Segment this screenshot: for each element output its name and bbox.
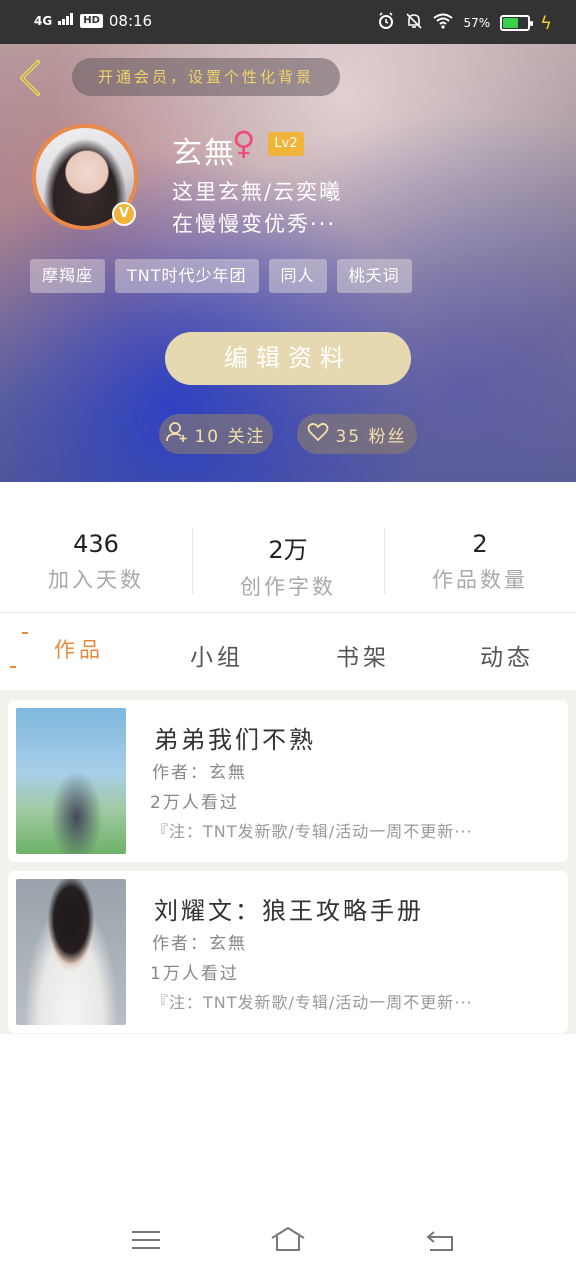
- tag-list: 摩羯座 TNT时代少年团 同人 桃夭词: [30, 259, 412, 293]
- status-bar: 4G HD 08:16 57% ϟ: [0, 0, 576, 44]
- menu-button[interactable]: [126, 1222, 166, 1258]
- work-title: 刘耀文：狼王攻略手册: [154, 897, 424, 925]
- charging-icon: ϟ: [540, 12, 552, 34]
- work-description: 『注：TNT发新歌/专辑/活动一周不更新···: [152, 822, 473, 841]
- work-views: 2万人看过: [150, 793, 239, 813]
- mute-icon: [405, 12, 423, 34]
- stat-label: 作品数量: [432, 568, 528, 592]
- work-author: 作者：玄無: [152, 763, 247, 783]
- tab-feed[interactable]: 动态: [480, 638, 534, 672]
- add-user-icon: [166, 421, 188, 448]
- following-label: 10 关注: [194, 426, 266, 447]
- verified-badge: V: [112, 202, 136, 226]
- work-description: 『注：TNT发新歌/专辑/活动一周不更新···: [152, 993, 473, 1012]
- home-icon: [271, 1227, 305, 1251]
- divider: [0, 612, 576, 613]
- tab-group[interactable]: 小组: [190, 638, 244, 672]
- battery-icon: [500, 15, 534, 31]
- tag[interactable]: TNT时代少年团: [115, 259, 259, 293]
- heart-icon: [307, 422, 329, 447]
- tab-bookshelf[interactable]: 书架: [336, 638, 390, 672]
- wifi-icon: [433, 13, 454, 33]
- avatar[interactable]: V: [32, 124, 138, 230]
- list-item[interactable]: 弟弟我们不熟 作者：玄無 2万人看过 『注：TNT发新歌/专辑/活动一周不更新·…: [8, 700, 568, 862]
- stats-row: 436 加入天数 2万 创作字数 2 作品数量: [0, 524, 576, 599]
- alarm-icon: [377, 12, 395, 34]
- book-cover: [16, 879, 126, 1025]
- bio-line-2: 在慢慢变优秀···: [172, 212, 337, 236]
- edit-profile-button[interactable]: 编辑资料: [165, 332, 411, 385]
- tab-bar: 作品 小组 书架 动态: [0, 614, 576, 690]
- fans-button[interactable]: 35 粉丝: [297, 414, 417, 454]
- stat-words: 2万 创作字数: [192, 524, 384, 599]
- bio-line-1: 这里玄無/云奕曦: [172, 180, 343, 204]
- stat-days: 436 加入天数: [0, 524, 192, 596]
- back-button[interactable]: [14, 58, 46, 98]
- work-title: 弟弟我们不熟: [154, 726, 316, 754]
- tab-indicator-mark: [22, 632, 28, 634]
- home-button[interactable]: [268, 1222, 308, 1258]
- return-button[interactable]: [420, 1222, 460, 1258]
- signal-icon: [58, 13, 74, 29]
- vip-banner-button[interactable]: 开通会员，设置个性化背景: [72, 58, 340, 96]
- tab-indicator-mark: [10, 666, 16, 668]
- battery-percent: 57%: [463, 16, 491, 30]
- list-item[interactable]: 刘耀文：狼王攻略手册 作者：玄無 1万人看过 『注：TNT发新歌/专辑/活动一周…: [8, 871, 568, 1033]
- menu-icon: [132, 1231, 160, 1249]
- following-button[interactable]: 10 关注: [159, 414, 273, 454]
- stat-works: 2 作品数量: [384, 524, 576, 596]
- tag[interactable]: 同人: [268, 259, 327, 293]
- fans-label: 35 粉丝: [335, 426, 407, 447]
- clock: 08:16: [108, 12, 153, 30]
- stat-value: 2: [472, 530, 488, 558]
- hd-badge: HD: [80, 14, 103, 28]
- username: 玄無: [172, 136, 236, 171]
- stat-label: 加入天数: [48, 568, 144, 592]
- tag[interactable]: 摩羯座: [30, 259, 106, 293]
- work-author: 作者：玄無: [152, 934, 247, 954]
- stat-value: 436: [73, 530, 119, 558]
- tab-works[interactable]: 作品: [54, 634, 104, 664]
- book-cover: [16, 708, 126, 854]
- return-icon: [426, 1231, 453, 1251]
- work-views: 1万人看过: [150, 964, 239, 984]
- female-icon: ♀: [232, 124, 256, 162]
- stat-value: 2万: [268, 536, 308, 564]
- tag[interactable]: 桃夭词: [336, 259, 412, 293]
- level-badge: Lv2: [268, 132, 304, 156]
- profile-header: 4G HD 08:16 57% ϟ 开通会员，设置个性化背景 V 玄無 ♀ Lv…: [0, 0, 576, 482]
- stat-label: 创作字数: [240, 575, 336, 599]
- system-nav-bar: [0, 1200, 576, 1280]
- network-label: 4G: [34, 14, 53, 28]
